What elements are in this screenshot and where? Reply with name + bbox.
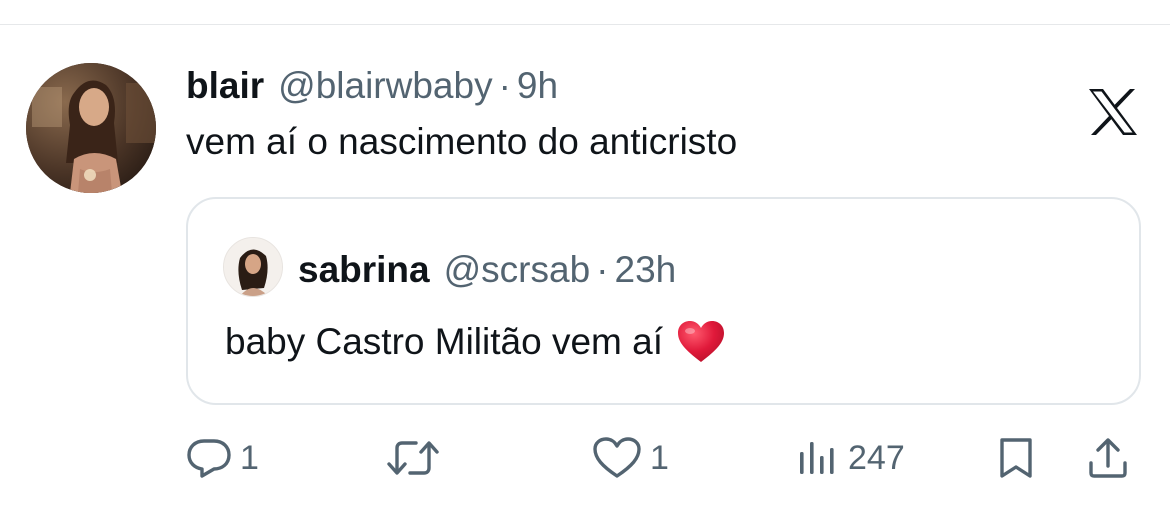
- reply-icon: [186, 436, 232, 480]
- retweet-button[interactable]: [386, 433, 440, 483]
- author-display-name[interactable]: blair: [186, 63, 264, 109]
- reply-button[interactable]: 1: [186, 433, 259, 483]
- like-count: 1: [650, 438, 669, 477]
- red-heart-emoji-icon: [677, 320, 725, 364]
- quoted-tweet-header: sabrina @scrsab · 23h: [298, 247, 676, 293]
- tweet-text: vem aí o nascimento do anticristo: [186, 121, 738, 162]
- quoted-tweet-text: baby Castro Militão vem aí: [225, 321, 664, 362]
- tweet-actions-bar: 1 1 247: [186, 433, 1141, 483]
- heart-outline-icon: [592, 436, 642, 480]
- reply-count: 1: [240, 438, 259, 477]
- quoted-separator-dot: ·: [596, 249, 609, 290]
- author-avatar[interactable]: [26, 63, 156, 193]
- tweet-timestamp[interactable]: 9h: [517, 63, 558, 109]
- views-button[interactable]: 247: [796, 433, 905, 483]
- tweet[interactable]: blair @blairwbaby · 9h vem aí o nascimen…: [0, 25, 1170, 517]
- tweet-header: blair @blairwbaby · 9h: [186, 63, 558, 109]
- analytics-bars-icon: [796, 436, 840, 480]
- share-button[interactable]: [1086, 433, 1130, 483]
- quoted-tweet-text-row: baby Castro Militão vem aí: [225, 319, 725, 365]
- quoted-tweet-card[interactable]: sabrina @scrsab · 23h baby Castro Militã…: [186, 197, 1141, 405]
- bookmark-button[interactable]: [996, 433, 1036, 483]
- share-upload-icon: [1086, 436, 1130, 480]
- x-logo-icon: [1086, 87, 1140, 137]
- bookmark-icon: [996, 436, 1036, 480]
- quoted-author-avatar[interactable]: [223, 237, 283, 297]
- quoted-display-name[interactable]: sabrina: [298, 247, 430, 293]
- quoted-handle[interactable]: @scrsab: [444, 247, 591, 293]
- author-handle[interactable]: @blairwbaby: [278, 63, 492, 109]
- quoted-timestamp[interactable]: 23h: [615, 247, 677, 293]
- like-button[interactable]: 1: [592, 433, 669, 483]
- separator-dot: ·: [498, 65, 511, 106]
- views-count: 247: [848, 438, 905, 477]
- retweet-icon: [386, 436, 440, 480]
